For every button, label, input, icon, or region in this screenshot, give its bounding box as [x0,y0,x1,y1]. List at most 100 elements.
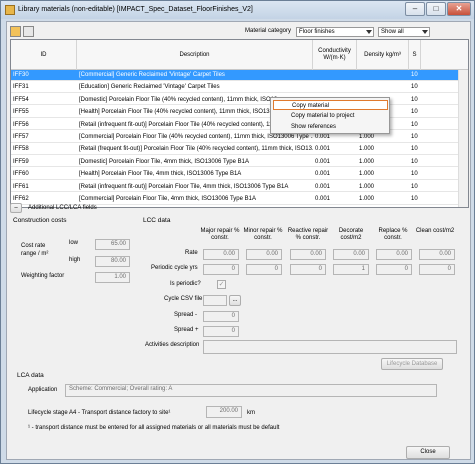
table-row[interactable]: IFF56 [Retail (infrequent fit-out)] Porce… [11,120,468,131]
title-bar[interactable]: Library materials (non-editable) [IMPACT… [1,1,474,19]
table-row[interactable]: IFF57 [Commercial] Porcelain Floor Tile (… [11,132,468,143]
cost-rate-label: Cost rate range / m² [21,243,49,257]
spread-plus-field[interactable]: 0 [203,326,239,337]
table-row[interactable]: IFF30 [Commercial] Generic Reclaimed 'Vin… [11,70,468,81]
construction-costs-title: Construction costs [13,217,67,224]
column-header-description[interactable]: Description [77,40,313,70]
table-row[interactable]: IFF55 [Health] Porcelain Floor Tile (40% … [11,107,468,118]
cell-density: 1.000 [359,183,375,190]
category-value: Floor finishes [299,29,335,35]
window-title: Library materials (non-editable) [IMPACT… [18,6,253,13]
materials-grid[interactable]: ID Description Conductivity W/(m·K) Dens… [10,39,469,208]
cell-id: IFF57 [13,134,29,140]
lcc-col-reactive-repair: Reactive repair % constr. [287,228,329,241]
vertical-scrollbar[interactable] [458,70,468,207]
cycle-csv-field[interactable] [203,295,227,306]
table-row[interactable]: IFF54 [Domestic] Porcelain Floor Tile (40… [11,95,468,106]
activities-field[interactable] [203,340,457,354]
csv-browse-button[interactable]: ... [229,295,241,306]
table-row[interactable]: IFF62 [Commercial] Porcelain Floor Tile, … [11,194,468,205]
high-label: high [69,257,81,263]
cell-conductivity [313,70,357,80]
spread-minus-label: Spread - [174,312,198,318]
cell-s: 10 [411,96,418,103]
filter-select[interactable]: Show all [378,27,430,37]
menu-item-copy-material[interactable]: Copy material [273,100,388,110]
transport-footnote: ¹ - transport distance must be entered f… [28,425,280,431]
rate-decorate-field[interactable]: 0.00 [333,249,369,260]
additional-fields-label: Additional LCC/LCA fields [28,205,97,211]
is-periodic-label: Is periodic? [170,281,201,287]
table-row[interactable]: IFF61 [Retail (infrequent fit-out)] Porce… [11,182,468,193]
weighting-field[interactable]: 1.00 [95,272,130,283]
settings-icon[interactable] [23,26,34,37]
minimize-button[interactable]: – [405,2,425,16]
cell-description: [Education] Generic Reclaimed 'Vintage' … [79,84,220,91]
cycle-clean-field[interactable]: 0 [419,264,455,275]
menu-item-show-references[interactable]: Show references [273,122,388,132]
cost-low-field[interactable]: 65.00 [95,239,130,250]
table-row[interactable]: IFF31 [Education] Generic Reclaimed 'Vint… [11,82,468,94]
library-icon[interactable] [10,26,21,37]
chevron-down-icon [422,30,428,34]
cell-description: [Commercial] Generic Reclaimed 'Vintage'… [79,72,225,78]
library-materials-window: Library materials (non-editable) [IMPACT… [0,0,475,464]
context-menu: Copy material Copy material to project S… [270,97,390,134]
low-label: low [69,240,79,246]
menu-item-copy-to-project[interactable]: Copy material to project [273,111,388,121]
filter-value: Show all [381,29,404,35]
column-header-id[interactable]: ID [11,40,77,70]
spread-plus-label: Spread + [174,327,199,333]
application-field[interactable]: Scheme: Commercial; Overall rating: A [65,384,437,397]
application-label: Application [28,387,58,393]
rate-clean-field[interactable]: 0.00 [419,249,455,260]
cell-conductivity: 0.001 [315,158,331,165]
cycle-csv-label: Cycle CSV file [164,296,203,302]
cell-description: [Domestic] Porcelain Floor Tile, 4mm thi… [79,158,249,165]
collapse-toggle-button[interactable]: – [10,203,22,213]
cell-conductivity: 0.001 [315,183,331,190]
transport-unit: km [247,410,255,416]
category-select[interactable]: Floor finishes [296,27,374,37]
close-button[interactable]: Close [406,446,450,459]
column-header-s[interactable]: S [409,40,421,70]
lca-data-title: LCA data [17,372,44,379]
cell-conductivity: 0.001 [315,171,331,178]
cycle-major-repair-field[interactable]: 0 [203,264,239,275]
transport-distance-field[interactable]: 200.00 [206,406,242,418]
rate-major-repair-field[interactable]: 0.00 [203,249,239,260]
table-row[interactable]: IFF59 [Domestic] Porcelain Floor Tile, 4m… [11,157,468,168]
lifecycle-database-button[interactable]: Lifecycle Database [381,358,443,370]
spread-minus-field[interactable]: 0 [203,311,239,322]
activities-label: Activities description [145,342,200,348]
cell-density: 1.000 [359,171,375,178]
category-label: Material category [245,28,292,34]
is-periodic-checkbox[interactable]: ✓ [217,280,226,289]
lcc-col-replace: Replace % constr. [378,228,408,241]
cell-conductivity [313,82,357,92]
close-window-button[interactable]: ✕ [447,2,471,16]
cycle-minor-repair-field[interactable]: 0 [246,264,282,275]
table-row[interactable]: IFF58 [Retail (frequent fit-out)] Porcela… [11,144,468,156]
cell-s: 10 [411,196,418,202]
rate-replace-field[interactable]: 0.00 [376,249,412,260]
cost-high-field[interactable]: 80.00 [95,256,130,267]
table-row[interactable]: IFF60 [Health] Porcelain Floor Tile, 4mm … [11,169,468,180]
maximize-button[interactable]: □ [426,2,446,16]
cell-s: 10 [411,158,418,165]
cell-s: 10 [411,84,418,91]
column-header-density[interactable]: Density kg/m³ [357,40,409,70]
cycle-replace-field[interactable]: 0 [376,264,412,275]
cell-id: IFF56 [13,121,29,128]
cycle-decorate-field[interactable]: 1 [333,264,369,275]
cell-id: IFF60 [13,171,29,178]
rate-minor-repair-field[interactable]: 0.00 [246,249,282,260]
cell-density [357,82,409,92]
cycle-reactive-repair-field[interactable]: 0 [290,264,326,275]
rate-reactive-repair-field[interactable]: 0.00 [290,249,326,260]
cell-density [357,70,409,80]
cell-density: 1.000 [359,158,375,165]
cell-id: IFF59 [13,158,29,165]
column-header-conductivity[interactable]: Conductivity W/(m·K) [313,40,357,70]
cell-id: IFF54 [13,96,29,103]
